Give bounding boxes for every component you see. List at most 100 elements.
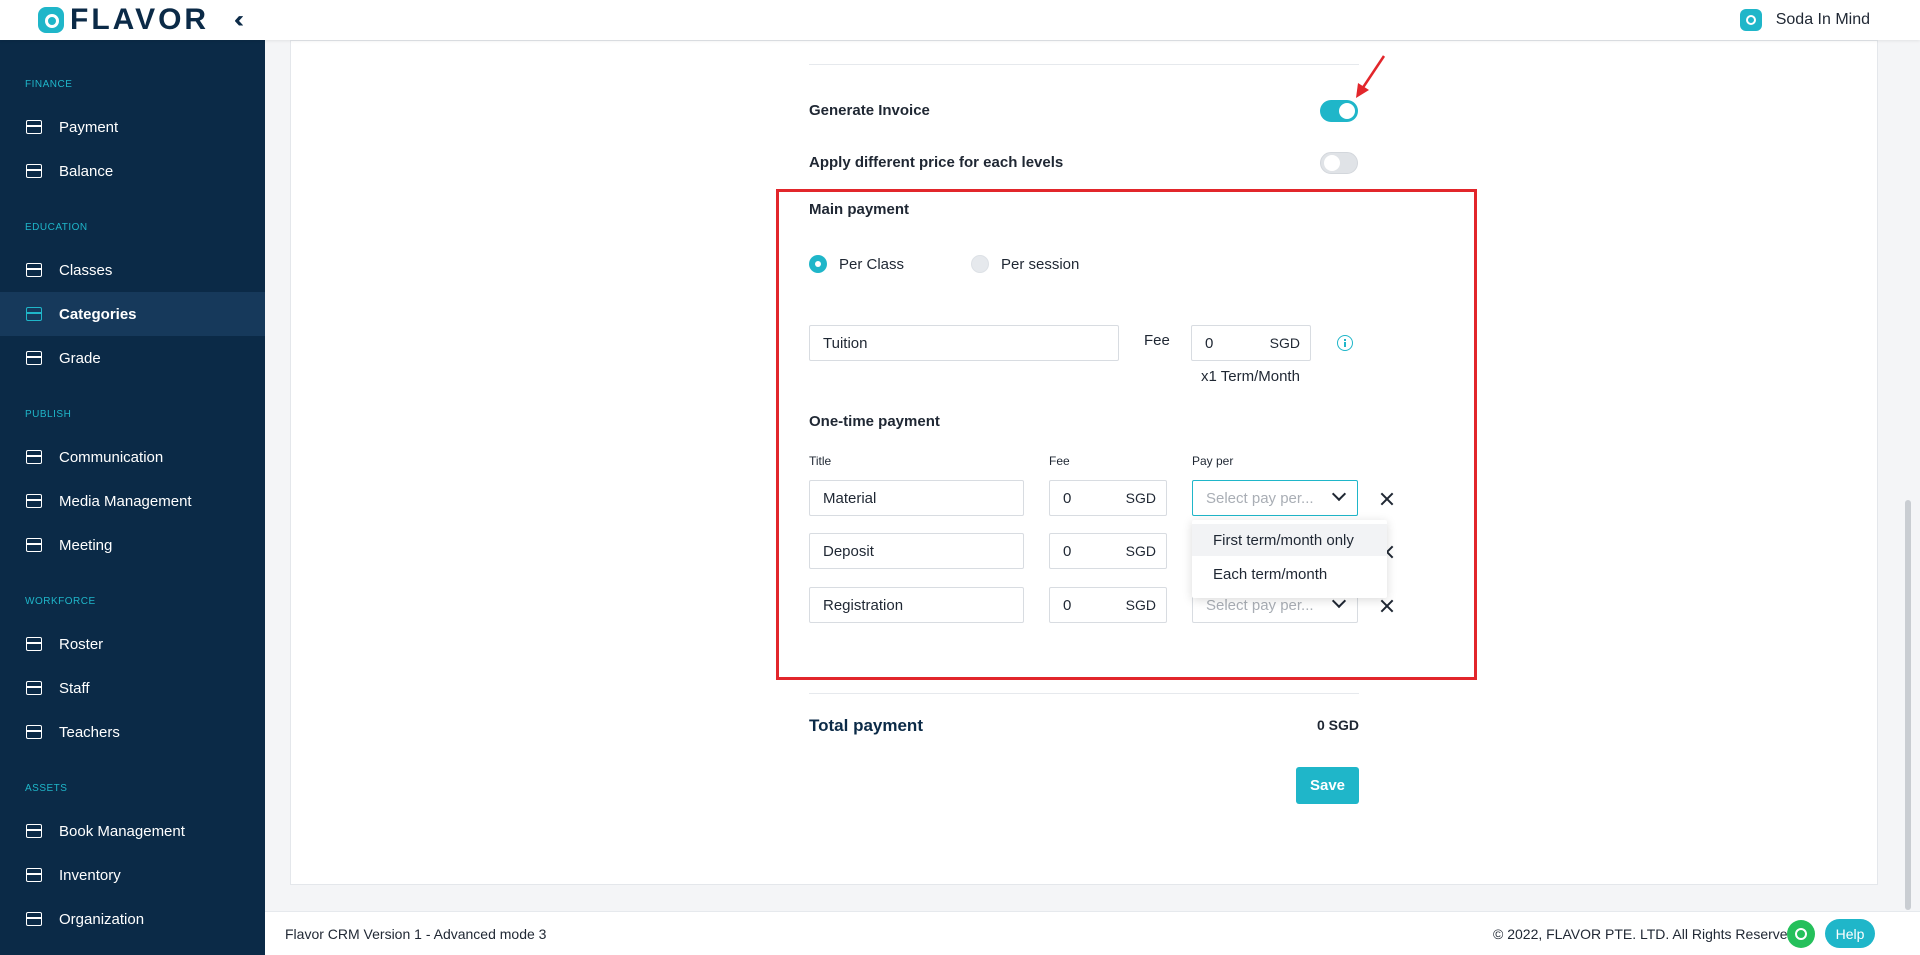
footer: Flavor CRM Version 1 - Advanced mode 3 ©… — [265, 911, 1920, 955]
sidebar-item-book-management[interactable]: Book Management — [0, 809, 265, 853]
one-time-fee-input[interactable]: 0 SGD — [1049, 533, 1167, 569]
sidebar-item-payment[interactable]: Payment — [0, 105, 265, 149]
sidebar-item-balance[interactable]: Balance — [0, 149, 265, 193]
sidebar-item-label: Staff — [59, 679, 90, 697]
sidebar: FINANCE Payment Balance EDUCATION Classe… — [0, 40, 265, 955]
currency-label: SGD — [1125, 543, 1156, 559]
total-divider — [809, 693, 1359, 694]
sidebar-item-roster[interactable]: Roster — [0, 622, 265, 666]
collapse-sidebar-icon[interactable]: ‹‹ — [234, 8, 244, 32]
remove-row-icon[interactable] — [1378, 597, 1396, 615]
sidebar-item-label: Categories — [59, 305, 137, 323]
tuition-title-input[interactable]: Tuition — [809, 325, 1119, 361]
sidebar-item-grade[interactable]: Grade — [0, 336, 265, 380]
apply-levels-toggle[interactable] — [1320, 152, 1358, 174]
dropdown-option-each-term[interactable]: Each term/month — [1192, 558, 1387, 590]
one-time-title-input[interactable]: Material — [809, 480, 1024, 516]
radio-selected-icon — [809, 255, 827, 273]
page-scrollbar[interactable] — [1905, 500, 1911, 910]
payment-icon — [25, 118, 43, 136]
tuition-fee-value: 0 — [1205, 334, 1214, 352]
red-arrow-icon — [1356, 55, 1386, 98]
sidebar-item-categories[interactable]: Categories — [0, 292, 265, 336]
balance-icon — [25, 162, 43, 180]
version-text: Flavor CRM Version 1 - Advanced mode 3 — [285, 926, 547, 942]
sidebar-item-label: Meeting — [59, 536, 113, 554]
sidebar-item-label: Grade — [59, 349, 101, 367]
currency-label: SGD — [1125, 597, 1156, 613]
meeting-icon — [25, 536, 43, 554]
sidebar-item-label: Book Management — [59, 822, 185, 840]
pay-per-select[interactable]: Select pay per... — [1192, 480, 1358, 516]
sidebar-item-organization[interactable]: Organization — [0, 897, 265, 941]
sidebar-item-teachers[interactable]: Teachers — [0, 710, 265, 754]
sidebar-item-communication[interactable]: Communication — [0, 435, 265, 479]
fee-label: Fee — [1144, 332, 1170, 349]
radio-per-session[interactable]: Per session — [971, 255, 1079, 273]
fee-value: 0 — [1063, 489, 1072, 507]
pay-per-placeholder: Select pay per... — [1206, 489, 1314, 507]
sidebar-item-staff[interactable]: Staff — [0, 666, 265, 710]
section-title-assets: ASSETS — [25, 783, 68, 794]
radio-label: Per Class — [839, 255, 905, 273]
radio-per-class[interactable]: Per Class — [809, 255, 904, 273]
staff-icon — [25, 679, 43, 697]
generate-invoice-toggle[interactable] — [1320, 100, 1358, 122]
radio-label: Per session — [1001, 255, 1080, 273]
remove-row-icon[interactable] — [1378, 490, 1396, 508]
section-title-publish: PUBLISH — [25, 409, 72, 420]
book-icon — [25, 822, 43, 840]
organization-icon — [25, 910, 43, 928]
roster-icon — [25, 635, 43, 653]
radio-unselected-icon — [971, 255, 989, 273]
one-time-title-input[interactable]: Registration — [809, 587, 1024, 623]
whatsapp-icon[interactable] — [1787, 920, 1815, 948]
logo-mark-icon — [38, 7, 64, 33]
copyright-text: © 2022, FLAVOR PTE. LTD. All Rights Rese… — [1493, 926, 1800, 942]
sidebar-item-media-management[interactable]: Media Management — [0, 479, 265, 523]
help-button[interactable]: Help — [1825, 919, 1875, 948]
section-title-workforce: WORKFORCE — [25, 596, 96, 607]
sidebar-item-label: Classes — [59, 261, 113, 279]
section-divider — [809, 64, 1359, 65]
dropdown-option-first-term[interactable]: First term/month only — [1192, 524, 1387, 556]
org-logo-icon — [1739, 9, 1762, 31]
sidebar-item-label: Teachers — [59, 723, 120, 741]
total-payment-value: 0 SGD — [1317, 717, 1360, 733]
teachers-icon — [25, 723, 43, 741]
pay-per-dropdown: First term/month only Each term/month — [1192, 520, 1387, 598]
info-icon[interactable] — [1337, 335, 1353, 351]
sidebar-item-meeting[interactable]: Meeting — [0, 523, 265, 567]
sidebar-item-label: Organization — [59, 910, 145, 928]
tuition-fee-input[interactable]: 0 SGD — [1191, 325, 1311, 361]
section-title-education: EDUCATION — [25, 222, 88, 233]
inventory-icon — [25, 866, 43, 884]
brand-logo[interactable]: FLAVOR — [38, 3, 210, 36]
one-time-fee-input[interactable]: 0 SGD — [1049, 587, 1167, 623]
sidebar-item-classes[interactable]: Classes — [0, 248, 265, 292]
one-time-payment-title: One-time payment — [809, 413, 940, 430]
total-payment-label: Total payment — [809, 716, 923, 735]
generate-invoice-label: Generate Invoice — [809, 102, 930, 119]
currency-label: SGD — [1125, 490, 1156, 506]
currency-label: SGD — [1269, 335, 1300, 351]
section-title-finance: FINANCE — [25, 79, 73, 90]
col-title-header: Title — [809, 454, 832, 468]
col-pay-per-header: Pay per — [1192, 454, 1234, 468]
classes-icon — [25, 261, 43, 279]
grade-icon — [25, 349, 43, 367]
save-button[interactable]: Save — [1296, 767, 1359, 804]
fee-value: 0 — [1063, 542, 1072, 560]
pay-per-placeholder: Select pay per... — [1206, 596, 1314, 614]
sidebar-item-label: Communication — [59, 448, 164, 466]
org-switcher[interactable]: Soda In Mind — [1739, 9, 1870, 31]
one-time-fee-input[interactable]: 0 SGD — [1049, 480, 1167, 516]
sidebar-item-label: Inventory — [59, 866, 121, 884]
org-name: Soda In Mind — [1775, 11, 1870, 28]
one-time-title-input[interactable]: Deposit — [809, 533, 1024, 569]
brand-name: FLAVOR — [70, 3, 210, 36]
sidebar-item-label: Media Management — [59, 492, 192, 510]
media-icon — [25, 492, 43, 510]
sidebar-item-label: Roster — [59, 635, 104, 653]
sidebar-item-inventory[interactable]: Inventory — [0, 853, 265, 897]
